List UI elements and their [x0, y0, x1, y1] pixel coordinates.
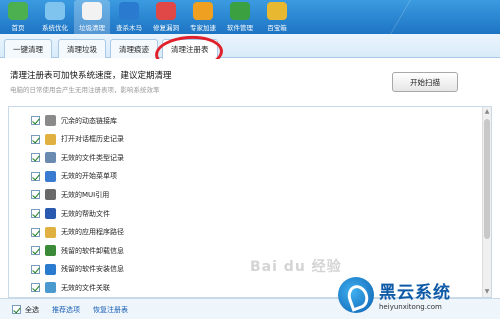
list-item: 打开对话框历史记录 — [9, 130, 483, 149]
list-item: 无效的应用程序路径 — [9, 223, 483, 242]
info-panel: 清理注册表可加快系统速度，建议定期清理 电脑的日常使用会产生无用注册表项，影响系… — [0, 59, 500, 103]
baidu-watermark: Bai du 经验 — [250, 259, 342, 275]
gear-icon — [45, 115, 56, 126]
item-checkbox[interactable] — [31, 283, 40, 293]
list-item: 无效的MUI引用 — [9, 185, 483, 204]
nav-item-label: 软件管理 — [227, 24, 253, 32]
item-label: 无效的帮助文件 — [61, 209, 110, 218]
item-label: 残留的软件卸载信息 — [61, 246, 124, 255]
nav-item-5[interactable]: 专家加速 — [185, 0, 221, 34]
item-label: 无效的文件关联 — [61, 283, 110, 292]
brand-logo-icon — [338, 276, 374, 313]
list-item: 无效的文件类型记录 — [9, 148, 483, 167]
nav-item-7[interactable]: 百宝箱 — [259, 0, 295, 34]
item-checkbox[interactable] — [31, 116, 40, 125]
list-item: 无效的帮助文件 — [9, 204, 483, 223]
tab-label: 一键清理 — [13, 44, 43, 54]
restore-registry-link[interactable]: 恢复注册表 — [93, 305, 128, 315]
tab-label: 清理垃圾 — [67, 44, 97, 54]
nav-item-2[interactable]: 垃圾清理 — [74, 0, 110, 34]
house-icon — [8, 2, 28, 20]
item-label: 无效的MUI引用 — [61, 190, 110, 199]
tab-label: 清理痕迹 — [119, 44, 149, 54]
nav-item-label: 修复漏洞 — [153, 24, 179, 32]
item-label: 无效的文件类型记录 — [61, 153, 124, 162]
item-checkbox[interactable] — [31, 190, 40, 200]
item-label: 残留的软件安装信息 — [61, 265, 124, 274]
scroll-thumb[interactable] — [484, 119, 490, 239]
list-item: 冗余的动态链接库 — [9, 111, 483, 130]
toolbox-icon — [267, 2, 287, 20]
item-checkbox[interactable] — [31, 227, 40, 237]
item-label: 无效的应用程序路径 — [61, 228, 124, 237]
list-item: 残留的软件卸载信息 — [9, 241, 483, 260]
mui-icon — [45, 189, 56, 201]
nav-item-label: 首页 — [11, 24, 25, 32]
item-checkbox[interactable] — [31, 171, 40, 181]
link-icon — [45, 282, 56, 294]
select-all-label: 全选 — [25, 306, 39, 314]
brand-watermark: 黑云系统 heiyunxitong.com — [338, 270, 500, 319]
uninstall-icon — [45, 245, 56, 257]
nav-item-label: 百宝箱 — [267, 24, 287, 32]
item-checkbox[interactable] — [31, 209, 40, 218]
start-scan-button[interactable]: 开始扫描 — [392, 72, 458, 92]
nav-item-3[interactable]: 查杀木马 — [111, 0, 147, 34]
folder-icon — [45, 133, 56, 145]
gauge-icon — [45, 2, 65, 20]
nav-item-1[interactable]: 系统优化 — [37, 0, 73, 34]
item-checkbox[interactable] — [31, 264, 40, 274]
nav-item-label: 垃圾清理 — [79, 24, 105, 32]
file-icon — [45, 152, 56, 164]
window-icon — [230, 2, 250, 20]
nav-item-label: 专家加速 — [190, 24, 216, 32]
nav-item-4[interactable]: 修复漏洞 — [148, 0, 184, 34]
nav-item-label: 系统优化 — [42, 24, 68, 32]
nav-item-label: 查杀木马 — [116, 24, 142, 32]
info-subtitle: 电脑的日常使用会产生无用注册表项，影响系统效率 — [10, 86, 160, 94]
kite-decoration — [390, 0, 470, 34]
list-scrollbar[interactable]: ▲ ▼ — [482, 107, 491, 297]
scroll-up-icon[interactable]: ▲ — [483, 108, 491, 116]
help-icon — [45, 208, 56, 219]
tab-clean-junk[interactable]: 清理垃圾 — [58, 39, 106, 58]
horse-icon — [119, 2, 139, 20]
speed-icon — [193, 2, 213, 20]
broom-icon — [82, 2, 102, 20]
item-checkbox[interactable] — [31, 246, 40, 256]
recommend-link[interactable]: 推荐选项 — [52, 305, 80, 315]
list-item: 无效的开始菜单项 — [9, 167, 483, 186]
nav-item-0[interactable]: 首页 — [0, 0, 36, 34]
install-icon — [45, 263, 56, 275]
item-label: 打开对话框历史记录 — [61, 135, 124, 144]
start-menu-icon — [45, 170, 56, 182]
folder-icon — [45, 226, 56, 238]
tab-one-click-clean[interactable]: 一键清理 — [4, 39, 52, 58]
item-checkbox[interactable] — [31, 134, 40, 144]
top-toolbar: 首页 系统优化 垃圾清理 查杀木马 修复漏洞 专家加速 软件管理 百宝箱 — [0, 0, 500, 34]
patch-icon — [156, 2, 176, 20]
main-nav: 首页 系统优化 垃圾清理 查杀木马 修复漏洞 专家加速 软件管理 百宝箱 — [0, 0, 296, 34]
tab-clean-traces[interactable]: 清理痕迹 — [110, 39, 158, 58]
brand-name: 黑云系统 — [379, 283, 451, 303]
select-all-checkbox[interactable] — [12, 305, 21, 314]
tab-bar: 一键清理 清理垃圾 清理痕迹 清理注册表 — [0, 34, 500, 59]
brand-url: heiyunxitong.com — [379, 303, 442, 311]
item-label: 无效的开始菜单项 — [61, 172, 117, 181]
item-label: 冗余的动态链接库 — [61, 116, 117, 125]
nav-item-6[interactable]: 软件管理 — [222, 0, 258, 34]
info-title: 清理注册表可加快系统速度，建议定期清理 — [10, 71, 172, 81]
item-checkbox[interactable] — [31, 153, 40, 163]
